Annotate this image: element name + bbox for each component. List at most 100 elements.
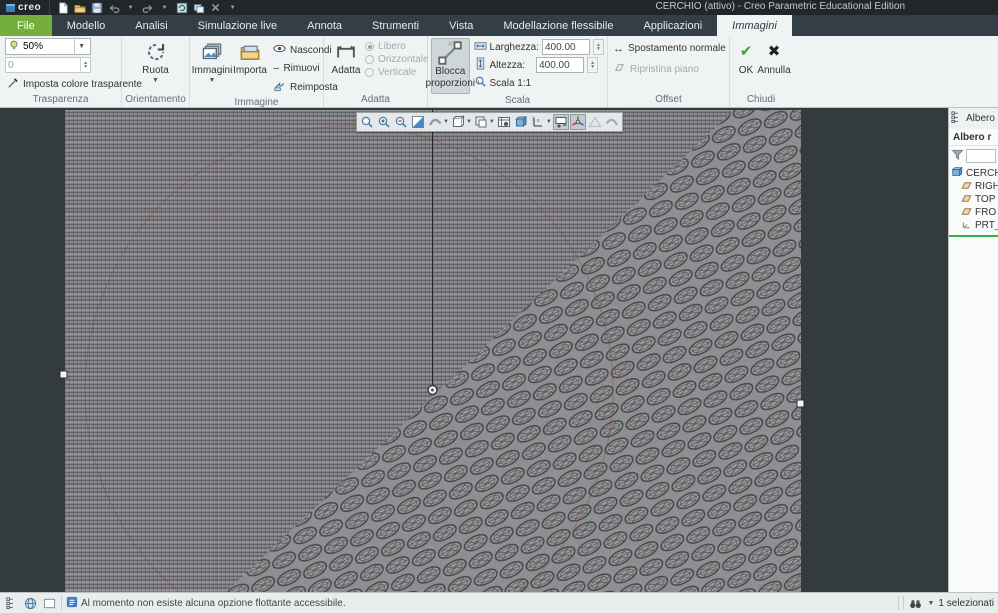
tab-applicazioni[interactable]: Applicazioni: [628, 15, 717, 36]
group-label-offset: Offset: [611, 93, 726, 107]
group-immagine: Immagini ▼ Importa Nascondi − Rimuovi: [190, 36, 324, 107]
windows-icon[interactable]: [192, 1, 205, 14]
repaint-icon[interactable]: [410, 114, 426, 130]
ruota-button[interactable]: Ruota ▼: [137, 38, 175, 86]
spin-arrows[interactable]: ▲▼: [80, 58, 90, 72]
graphics-area[interactable]: ▼▼▼xy▼: [0, 108, 948, 592]
datum-display-icon[interactable]: xy: [530, 114, 546, 130]
caret-icon[interactable]: ▼: [124, 1, 137, 14]
transparency-combo-caret[interactable]: ▼: [74, 39, 88, 54]
transparency-value: 50%: [23, 41, 43, 52]
annotation-display-icon[interactable]: [553, 114, 569, 130]
display-style-icon[interactable]: [450, 114, 466, 130]
caret-icon[interactable]: ▼: [226, 1, 239, 14]
tab-file[interactable]: File: [0, 15, 52, 36]
larghezza-spinner[interactable]: ▲▼: [593, 39, 604, 55]
view-manager-icon[interactable]: [513, 114, 529, 130]
annulla-button[interactable]: ✖ Annulla: [759, 38, 789, 78]
blocca-proporzioni-toggle[interactable]: Blocca proporzioni: [431, 38, 470, 94]
status-separator: [903, 596, 904, 610]
save-icon[interactable]: [90, 1, 103, 14]
model-tree: CERCHIO RIGH TOPFROPRT_: [949, 167, 998, 232]
fit-icon: [335, 40, 357, 64]
image-handle-right[interactable]: [797, 400, 804, 407]
tab-simulazione-live[interactable]: Simulazione live: [183, 15, 292, 36]
image-handle-left[interactable]: [60, 371, 67, 378]
tab-immagini[interactable]: Immagini: [717, 15, 792, 36]
larghezza-field[interactable]: [542, 39, 590, 55]
undo-icon[interactable]: [107, 1, 120, 14]
tree-item-righ[interactable]: RIGH: [949, 180, 998, 193]
datum-display-caret-icon[interactable]: ▼: [546, 119, 552, 125]
radio-libero[interactable]: Libero: [365, 41, 429, 52]
tab-annota[interactable]: Annota: [292, 15, 357, 36]
zoom-region-icon[interactable]: [359, 114, 375, 130]
transparency-secondary-input[interactable]: [6, 58, 80, 72]
creo-logo: creo: [0, 2, 49, 13]
new-file-icon[interactable]: [56, 1, 69, 14]
transparency-combo[interactable]: 50% ▼: [5, 38, 91, 55]
close-icon[interactable]: [209, 1, 222, 14]
altezza-input[interactable]: [537, 58, 583, 72]
radio-orizzontale-dot: [365, 55, 374, 64]
spostamento-normale-button[interactable]: ↔ Spostamento normale: [611, 42, 728, 55]
search-caret-icon[interactable]: ▼: [927, 600, 934, 607]
zoom-in-icon[interactable]: [376, 114, 392, 130]
transparency-spinbox[interactable]: ▲▼: [5, 57, 91, 73]
tab-analisi[interactable]: Analisi: [120, 15, 182, 36]
adatta-button[interactable]: Adatta: [327, 38, 365, 78]
group-label-trasparenza: Trasparenza: [3, 93, 118, 107]
status-separator: [61, 596, 62, 610]
tree-item-fro[interactable]: FRO: [949, 206, 998, 219]
importa-button[interactable]: Importa: [231, 38, 269, 78]
filter-icon[interactable]: [951, 148, 964, 164]
import-folder-icon: [240, 40, 260, 64]
tree-item-label: RIGH: [975, 181, 998, 192]
tree-item-top[interactable]: TOP: [949, 193, 998, 206]
tree-item-cerchio[interactable]: CERCHIO: [949, 167, 998, 180]
model-tree-search-input[interactable]: [966, 149, 996, 163]
group-trasparenza: 50% ▼ ▲▼ Imposta colore trasparente Tras…: [0, 36, 122, 107]
tree-item-label: PRT_: [975, 220, 998, 231]
width-icon: [474, 39, 487, 55]
tab-vista[interactable]: Vista: [434, 15, 488, 36]
regenerate-icon[interactable]: [175, 1, 188, 14]
browser-icon[interactable]: [23, 596, 38, 611]
model-tree-toggle-icon[interactable]: [4, 596, 19, 611]
binoculars-icon[interactable]: [908, 596, 923, 611]
caret-icon[interactable]: ▼: [158, 1, 171, 14]
larghezza-input[interactable]: [543, 40, 589, 54]
saved-orientations-caret-icon[interactable]: ▼: [489, 119, 495, 125]
radio-orizzontale[interactable]: Orizzontale: [365, 54, 429, 65]
zoom-out-icon[interactable]: [393, 114, 409, 130]
model-tree-panel-tab[interactable]: Albero r: [949, 108, 998, 129]
tab-modellazione-flessibile[interactable]: Modellazione flessibile: [488, 15, 628, 36]
open-icon[interactable]: [73, 1, 86, 14]
ok-button[interactable]: ✔ OK: [733, 38, 759, 78]
named-views-icon[interactable]: [496, 114, 512, 130]
altezza-spinner[interactable]: ▲▼: [587, 57, 598, 73]
in-graphics-toolbar: ▼▼▼xy▼: [356, 112, 623, 132]
immagini-button[interactable]: Immagini ▼: [193, 38, 231, 86]
tree-item-prt-[interactable]: PRT_: [949, 219, 998, 232]
group-label-orientamento: Orientamento: [125, 93, 186, 107]
status-bar: Al momento non esiste alcuna opzione flo…: [0, 592, 998, 613]
display-style-caret-icon[interactable]: ▼: [466, 119, 472, 125]
refit-icon[interactable]: [427, 114, 443, 130]
saved-orientations-icon[interactable]: [473, 114, 489, 130]
ribbon-empty-space: [792, 36, 998, 107]
radio-verticale[interactable]: Verticale: [365, 67, 429, 78]
redo-icon[interactable]: [141, 1, 154, 14]
tree-item-label: CERCHIO: [966, 168, 998, 179]
rotate-icon: [145, 40, 167, 64]
altezza-field[interactable]: [536, 57, 584, 73]
eye-icon: [273, 42, 286, 58]
panel-icon[interactable]: [42, 596, 57, 611]
tab-modello[interactable]: Modello: [52, 15, 121, 36]
tab-strumenti[interactable]: Strumenti: [357, 15, 434, 36]
refit-caret-icon[interactable]: ▼: [443, 119, 449, 125]
spin-center-icon[interactable]: [570, 114, 586, 130]
tree-item-label: TOP: [975, 194, 995, 205]
scala-1-1-button[interactable]: 1 Scala 1:1: [474, 75, 604, 91]
image-center-dot: [431, 389, 434, 392]
